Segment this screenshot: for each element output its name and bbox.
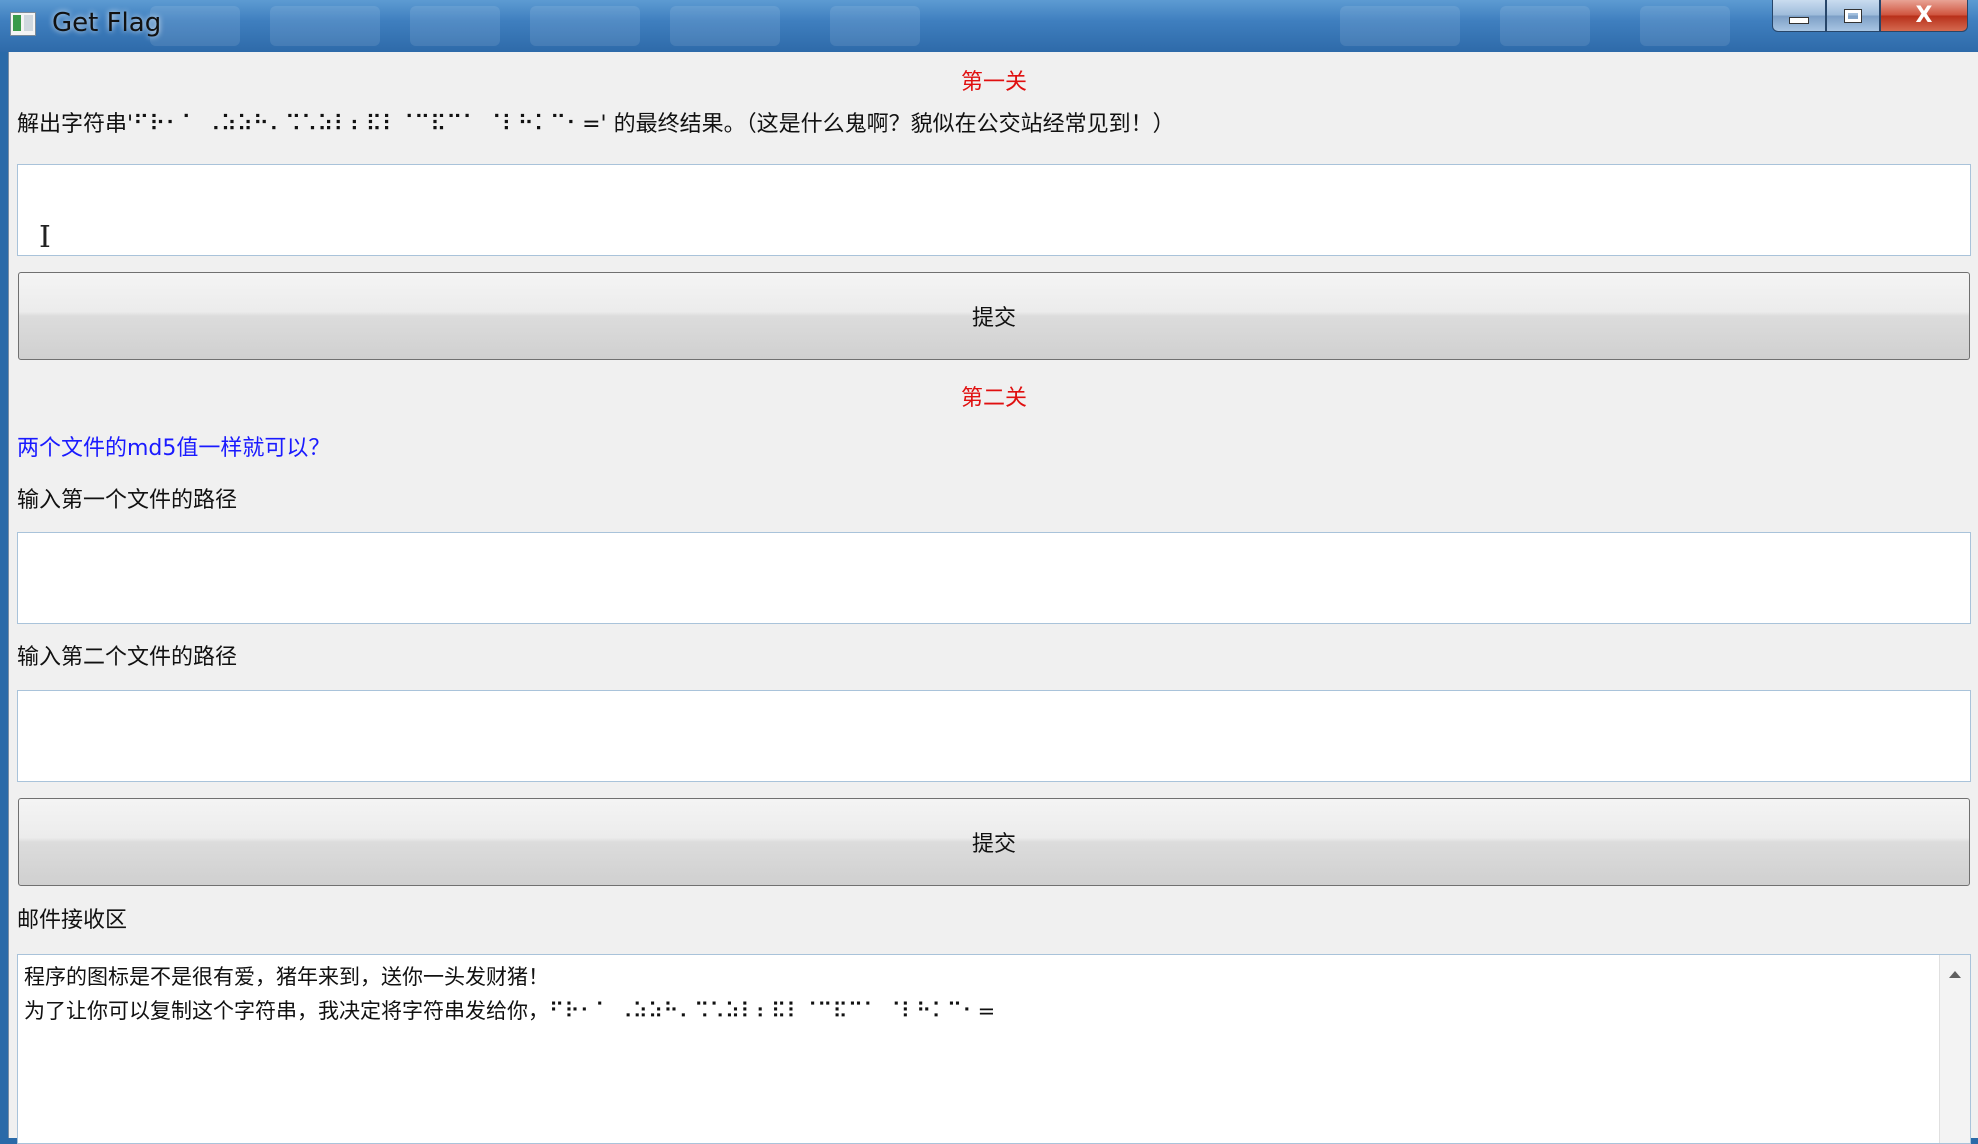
window-titlebar[interactable]: Get Flag X [0,0,1978,52]
file1-path-input[interactable] [17,532,1971,624]
minimize-button[interactable] [1772,0,1826,32]
level1-heading: 第一关 [960,70,1027,95]
text-cursor-icon: I [39,220,51,255]
maximize-icon [1844,8,1862,23]
minimize-icon [1789,17,1809,24]
file2-label: 输入第二个文件的路径 [17,645,238,670]
mail-textarea[interactable]: 程序的图标是不是很有爱，猪年来到，送你一头发财猪！ 为了让你可以复制这个字符串，… [17,954,1971,1144]
maximize-button[interactable] [1826,0,1880,32]
app-icon[interactable] [10,12,36,36]
level2-hint: 两个文件的md5值一样就可以？ [17,436,331,461]
level1-answer-input[interactable] [17,164,1971,256]
file2-path-input[interactable] [17,690,1971,782]
mail-label: 邮件接收区 [17,908,128,933]
mail-line: 程序的图标是不是很有爱，猪年来到，送你一头发财猪！ [24,965,549,989]
level1-prompt: 解出字符串'⠋⠗⠂⠁ ⠠⠵⠵⠓⠄⠩⠡⠵⠇⠆⠯⠇⠈⠉⠯⠉⠁ ⠈⠇⠓⠅⠉⠂=' 的最… [17,112,1175,137]
close-button[interactable]: X [1880,0,1968,32]
window-title: Get Flag [52,8,162,38]
mail-line: 为了让你可以复制这个字符串，我决定将字符串发给你，⠋⠗⠂⠁ ⠠⠵⠵⠓⠄⠩⠡⠵⠇⠆… [24,999,996,1023]
mail-scrollbar[interactable] [1939,955,1970,1143]
scroll-up-icon[interactable] [1949,971,1961,978]
level2-submit-button[interactable]: 提交 [18,798,1970,886]
close-icon: X [1915,3,1933,28]
level1-submit-button[interactable]: 提交 [18,272,1970,360]
file1-label: 输入第一个文件的路径 [17,488,238,513]
window-controls: X [1772,0,1968,34]
level2-heading: 第二关 [960,386,1027,411]
main-panel: 第一关 解出字符串'⠋⠗⠂⠁ ⠠⠵⠵⠓⠄⠩⠡⠵⠇⠆⠯⠇⠈⠉⠯⠉⠁ ⠈⠇⠓⠅⠉⠂=… [8,52,1978,1144]
